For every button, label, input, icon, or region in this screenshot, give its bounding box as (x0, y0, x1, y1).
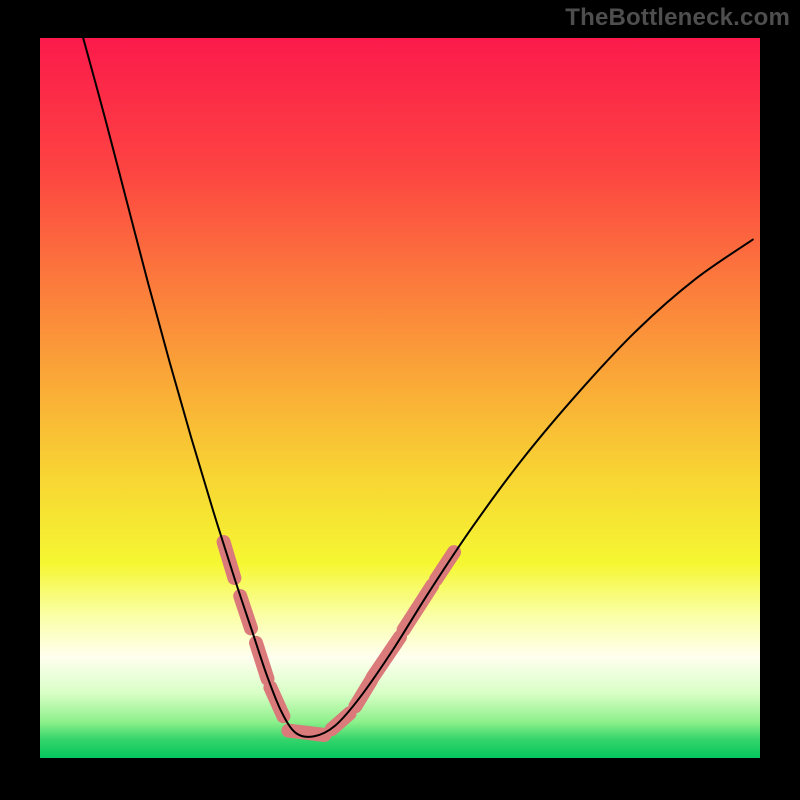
chart-svg (40, 38, 760, 758)
gradient-background (40, 38, 760, 758)
chart-frame: TheBottleneck.com (0, 0, 800, 800)
plot-area (40, 38, 760, 758)
attribution-watermark: TheBottleneck.com (565, 4, 790, 32)
